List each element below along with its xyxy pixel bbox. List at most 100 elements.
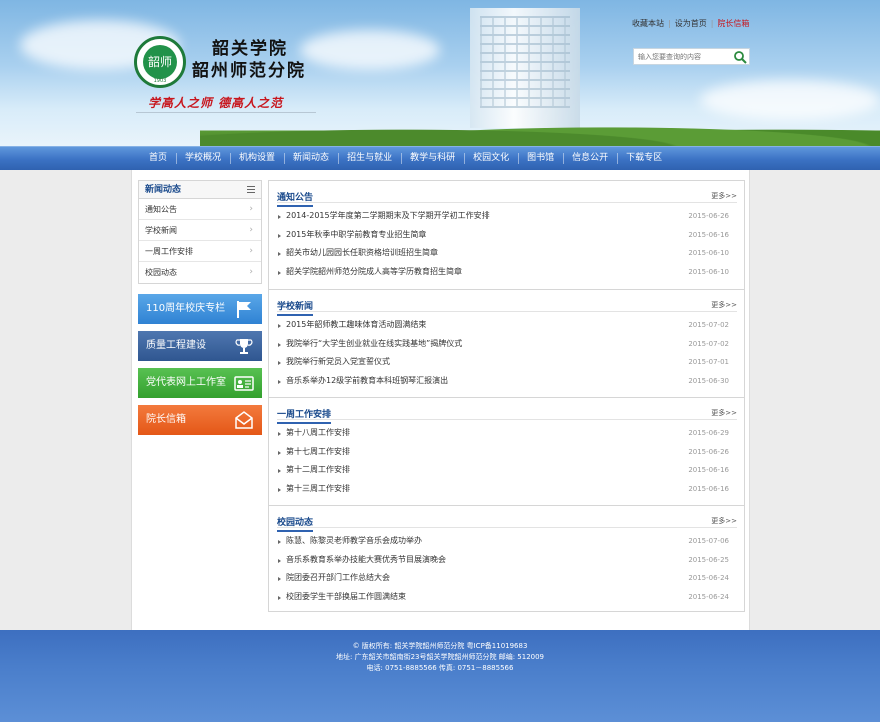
school-news-section: 学校新闻 更多>> 2015年韶师教工趣味体育活动圆满结束 2015-07-02 … [269,289,744,397]
school-name: 韶关学院 韶州师范分院 [192,38,306,82]
nav-home[interactable]: 首页 [140,147,176,170]
item-title: 2014-2015学年度第二学期期末及下学期开学初工作安排 [286,211,490,220]
section-title: 学校新闻 [277,299,314,316]
footer-address: 地址: 广东韶关市韶南街23号韶关学院韶州师范分院 邮编: 512009 [335,653,545,661]
sidebar-title-text: 新闻动态 [145,185,182,195]
cloud-decoration [300,30,440,70]
school-name-line2: 韶州师范分院 [192,61,306,81]
list-item[interactable]: 音乐系教育系举办技能大赛优秀节目展演晚会 2015-06-25 [277,551,737,570]
campus-news-section: 校园动态 更多>> 陈慧、陈黎灵老师教学音乐会成功举办 2015-07-06 音乐… [269,505,744,613]
section-header: 一周工作安排 更多>> [277,398,737,424]
item-title: 第十八周工作安排 [286,428,350,437]
list-item[interactable]: 院团委召开部门工作总结大会 2015-06-24 [277,569,737,588]
item-title: 第十三周工作安排 [286,483,350,493]
search-icon [734,51,747,64]
news-list: 2014-2015学年度第二学期期末及下学期开学初工作安排 2015-06-26 … [277,207,737,281]
school-logo[interactable]: 韶师 1903 [134,36,186,88]
trees-decoration [200,116,880,146]
item-title: 2015年秋季中职学前教育专业招生简章 [286,229,427,239]
item-title: 院团委召开部门工作总结大会 [286,573,390,582]
sidebar: 新闻动态 通知公告 › 学校新闻 › 一周工作安排 › 校园动态 › 110周年… [138,180,262,435]
chevron-right-icon: › [249,204,253,214]
sidebar-item-school-news[interactable]: 学校新闻 › [139,220,261,241]
list-item[interactable]: 2014-2015学年度第二学期期末及下学期开学初工作安排 2015-06-26 [277,207,737,226]
nav-campus-culture[interactable]: 校园文化 [464,147,518,170]
list-item[interactable]: 韶关学院韶州师范分院成人高等学历教育招生简章 2015-06-10 [277,263,737,282]
promo-label: 党代表网上工作室 [146,377,226,388]
set-homepage-link[interactable]: 设为首页 [675,19,707,28]
list-item[interactable]: 第十三周工作安排 2015-06-16 [277,480,737,499]
item-title: 韶关学院韶州师范分院成人高等学历教育招生简章 [286,266,462,276]
flag-icon [237,301,251,318]
item-date: 2015-06-10 [688,267,729,276]
quality-project-banner[interactable]: 质量工程建设 [138,331,262,361]
logo-year: 1903 [153,78,167,84]
nav-library[interactable]: 图书馆 [518,147,563,170]
nav-admissions[interactable]: 招生与就业 [338,147,401,170]
sidebar-item-label: 学校新闻 [145,226,177,235]
item-date: 2015-06-30 [688,376,729,385]
item-title: 音乐系教育系举办技能大赛优秀节目展演晚会 [286,554,446,564]
list-item[interactable]: 我院举行新党员入党宣誓仪式 2015-07-01 [277,353,737,372]
sidebar-item-weekly-schedule[interactable]: 一周工作安排 › [139,241,261,262]
list-item[interactable]: 2015年秋季中职学前教育专业招生简章 2015-06-16 [277,226,737,245]
logo-emblem: 韶师 [143,45,177,79]
more-link[interactable]: 更多>> [711,191,737,201]
nav-about[interactable]: 学校概况 [176,147,230,170]
item-title: 陈慧、陈黎灵老师教学音乐会成功举办 [286,536,422,545]
bookmark-link[interactable]: 收藏本站 [632,19,664,28]
president-mailbox-banner[interactable]: 院长信箱 [138,405,262,435]
trophy-icon [235,339,253,354]
list-item[interactable]: 陈慧、陈黎灵老师教学音乐会成功举办 2015-07-06 [277,532,737,551]
item-title: 2015年韶师教工趣味体育活动圆满结束 [286,320,427,329]
news-list: 2015年韶师教工趣味体育活动圆满结束 2015-07-02 我院举行“大学生创业… [277,316,737,390]
list-item[interactable]: 我院举行“大学生创业就业在线实践基地”揭牌仪式 2015-07-02 [277,335,737,354]
party-rep-office-banner[interactable]: 党代表网上工作室 [138,368,262,398]
list-item[interactable]: 第十七周工作安排 2015-06-26 [277,443,737,462]
weekly-schedule-section: 一周工作安排 更多>> 第十八周工作安排 2015-06-29 第十七周工作安排 2… [269,397,744,505]
item-date: 2015-06-29 [688,429,729,437]
list-item[interactable]: 第十二周工作安排 2015-06-16 [277,461,737,480]
nav-downloads[interactable]: 下载专区 [617,147,671,170]
chevron-right-icon: › [249,246,253,256]
item-date: 2015-06-16 [688,484,729,493]
search-button[interactable] [733,50,747,64]
nav-teaching[interactable]: 教学与科研 [401,147,464,170]
anniversary-banner[interactable]: 110周年校庆专栏 [138,294,262,324]
item-date: 2015-07-01 [688,358,729,366]
site-header: 韶师 1903 韶关学院 韶州师范分院 学高人之师 德高人之范 收藏本站 | 设为首… [0,0,880,146]
sidebar-item-campus-news[interactable]: 校园动态 › [139,262,261,283]
list-item[interactable]: 韶关市幼儿园园长任职资格培训班招生简章 2015-06-10 [277,244,737,263]
footer-copyright: © 版权所有: 韶关学院韶州师范分院 粤ICP备11019683 [352,642,528,650]
sidebar-item-label: 一周工作安排 [145,247,193,256]
campus-building-image [470,8,580,128]
list-item[interactable]: 音乐系举办12级学前教育本科班钢琴汇报演出 2015-06-30 [277,372,737,391]
president-mailbox-link[interactable]: 院长信箱 [717,19,749,28]
nav-info-disclosure[interactable]: 信息公开 [563,147,617,170]
item-title: 第十七周工作安排 [286,446,350,456]
item-date: 2015-06-26 [688,447,729,456]
more-link[interactable]: 更多>> [711,408,737,418]
menu-icon[interactable] [247,186,255,193]
list-item[interactable]: 校团委学生干部换届工作圆满结束 2015-06-24 [277,588,737,607]
item-date: 2015-06-16 [688,230,729,239]
cloud-decoration [700,80,880,120]
more-link[interactable]: 更多>> [711,300,737,310]
notices-section: 通知公告 更多>> 2014-2015学年度第二学期期末及下学期开学初工作安排 2… [269,181,744,289]
promo-label: 110周年校庆专栏 [146,303,226,314]
nav-news[interactable]: 新闻动态 [284,147,338,170]
main-container: 新闻动态 通知公告 › 学校新闻 › 一周工作安排 › 校园动态 › 110周年… [131,170,750,632]
section-title: 一周工作安排 [277,407,332,424]
sidebar-item-notices[interactable]: 通知公告 › [139,199,261,220]
item-title: 我院举行新党员入党宣誓仪式 [286,357,390,366]
list-item[interactable]: 第十八周工作安排 2015-06-29 [277,424,737,443]
search-input[interactable] [634,49,730,64]
item-date: 2015-07-02 [688,339,729,348]
nav-departments[interactable]: 机构设置 [230,147,284,170]
section-header: 校园动态 更多>> [277,506,737,532]
site-footer: © 版权所有: 韶关学院韶州师范分院 粤ICP备11019683 地址: 广东韶… [0,630,880,722]
list-item[interactable]: 2015年韶师教工趣味体育活动圆满结束 2015-07-02 [277,316,737,335]
main-nav: 首页 学校概况 机构设置 新闻动态 招生与就业 教学与科研 校园文化 图书馆 信… [0,146,880,170]
more-link[interactable]: 更多>> [711,516,737,526]
item-date: 2015-06-25 [688,555,729,564]
